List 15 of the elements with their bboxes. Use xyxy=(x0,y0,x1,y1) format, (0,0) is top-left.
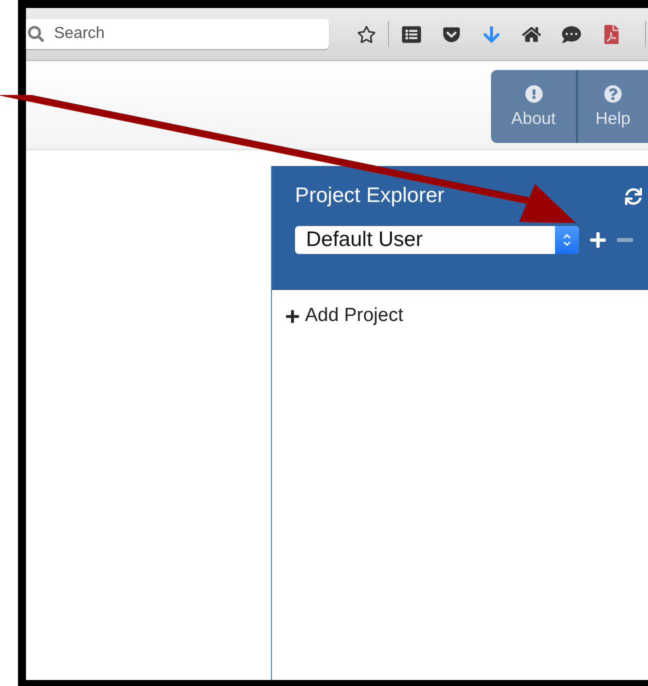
stepper-icon xyxy=(555,226,579,254)
plus-icon xyxy=(589,231,607,249)
plus-icon xyxy=(285,308,300,324)
help-icon xyxy=(604,84,622,102)
add-project-button[interactable]: Add Project xyxy=(272,290,648,327)
exclamation-icon xyxy=(524,84,542,102)
search-input[interactable]: Search xyxy=(52,24,276,44)
refresh-icon[interactable] xyxy=(625,188,642,204)
minus-icon xyxy=(617,238,633,242)
panel-title: Project Explorer xyxy=(295,184,444,208)
add-user-button[interactable] xyxy=(589,231,607,249)
user-select[interactable]: Default User xyxy=(295,226,579,254)
search-field[interactable]: Search xyxy=(26,19,329,49)
search-icon xyxy=(28,26,44,42)
add-project-label: Add Project xyxy=(305,305,404,327)
